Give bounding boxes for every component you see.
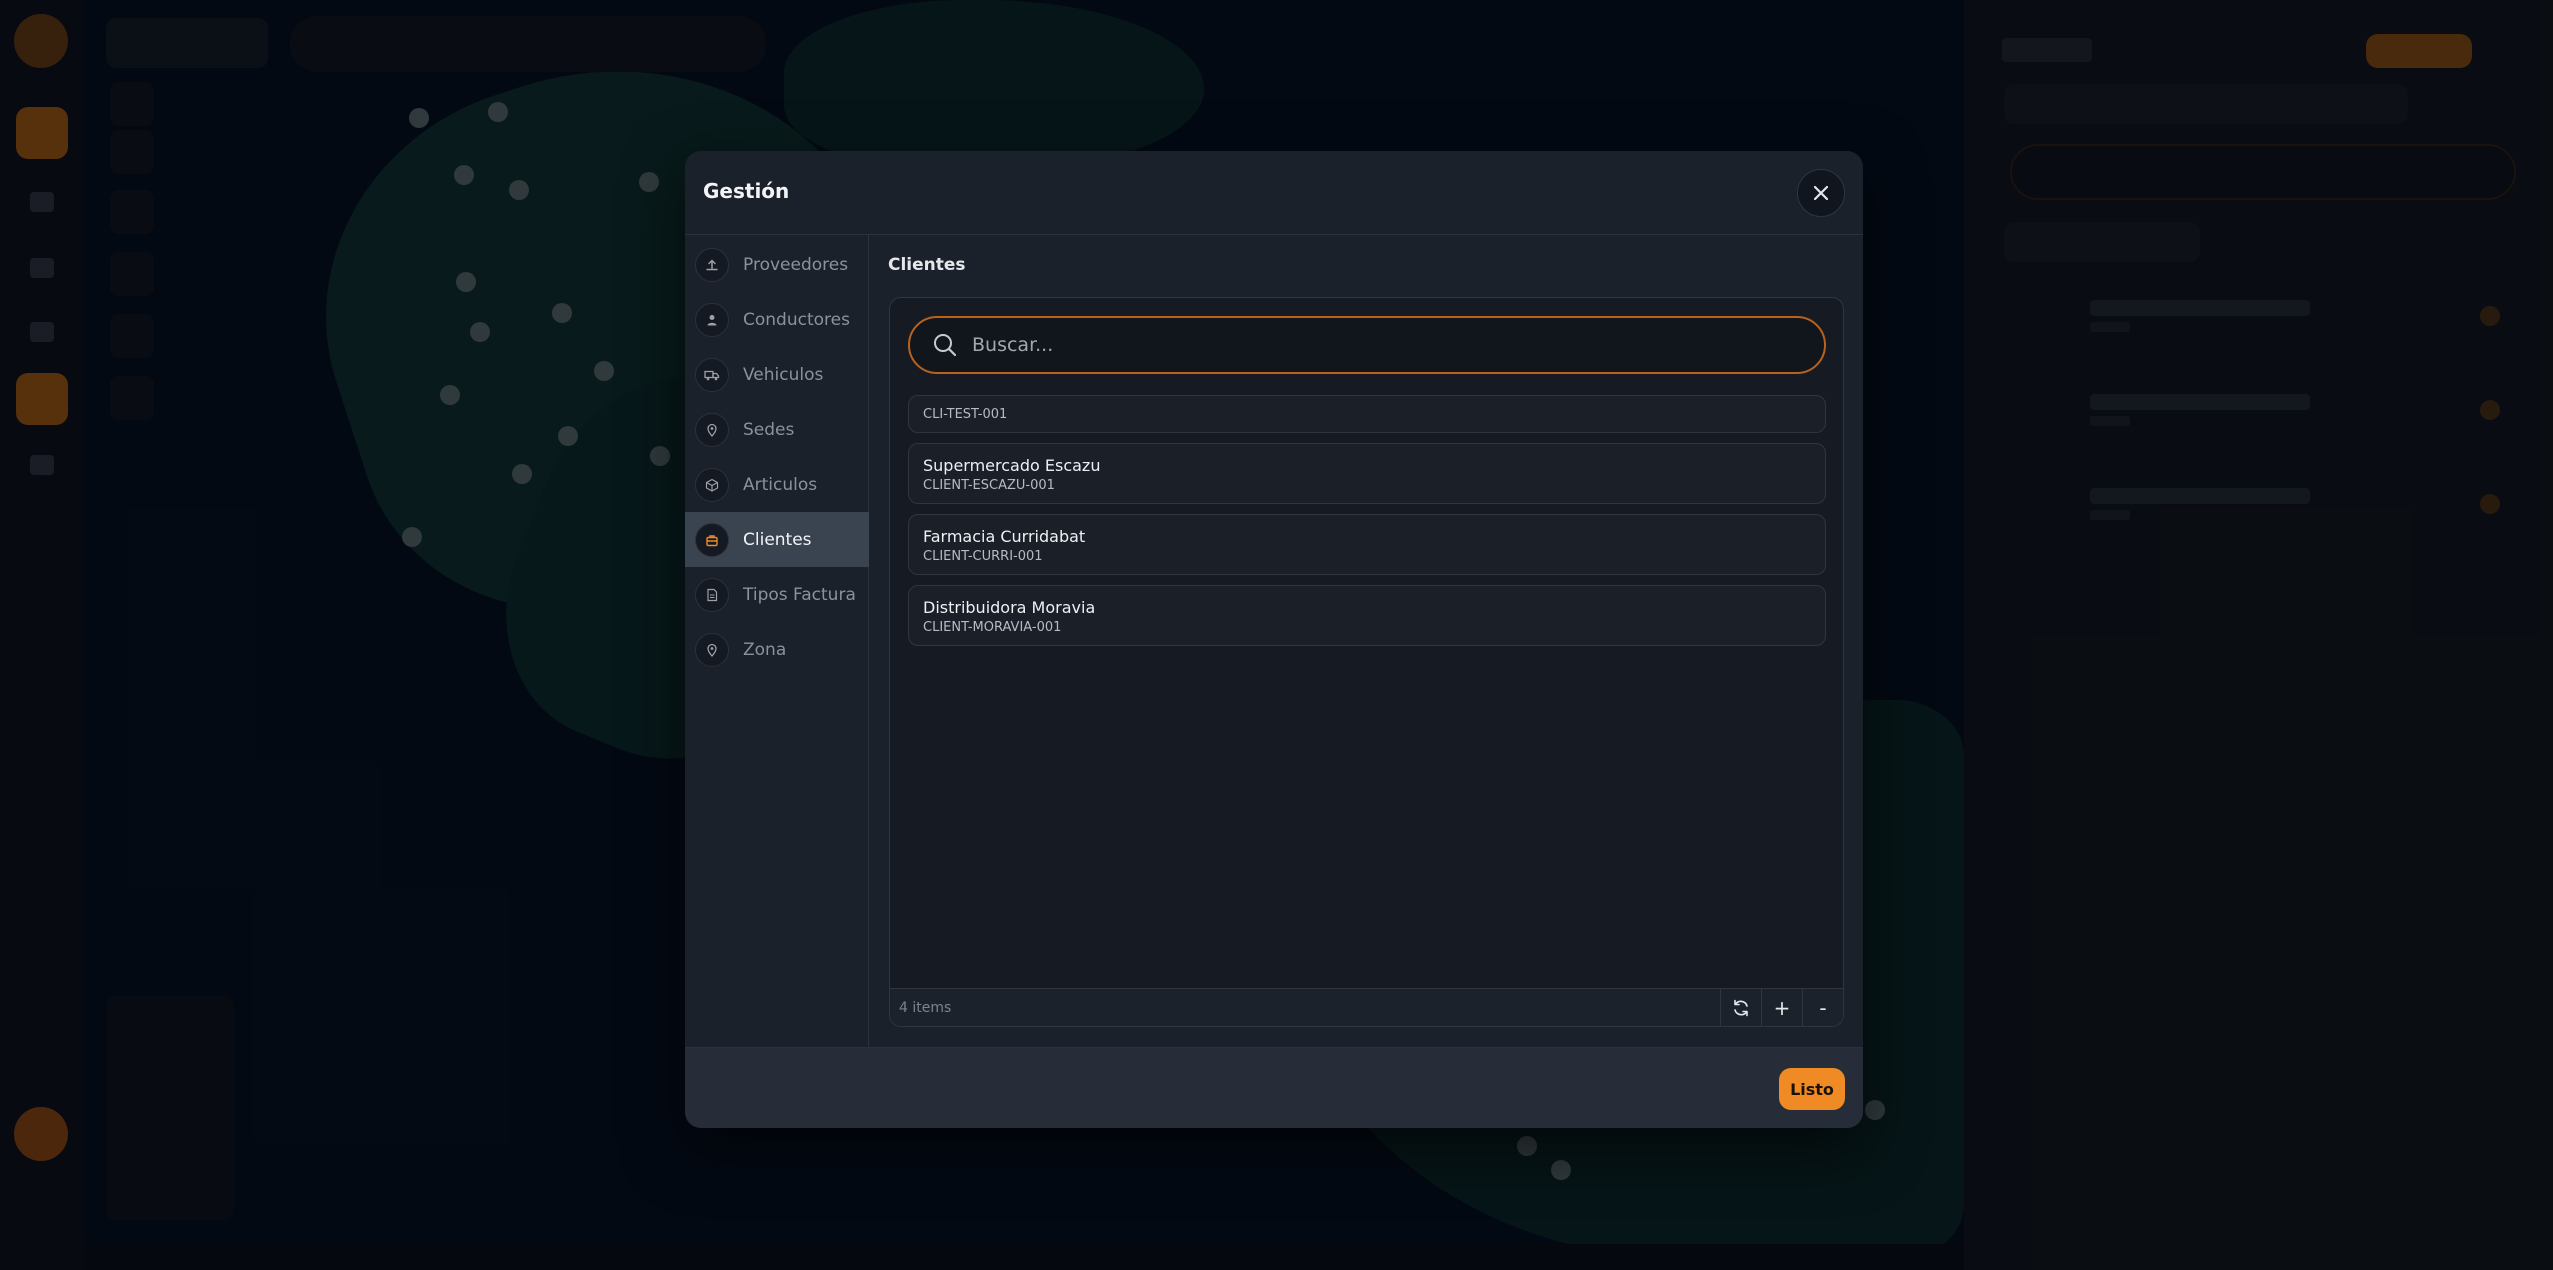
nav-item-conductores[interactable]: Conductores: [685, 292, 869, 347]
done-button[interactable]: Listo: [1779, 1068, 1845, 1110]
nav-label: Conductores: [743, 309, 850, 330]
modal-title: Gestión: [703, 179, 790, 203]
box-icon: [695, 467, 729, 502]
nav-item-articulos[interactable]: Articulos: [685, 457, 869, 512]
user-icon: [695, 302, 729, 337]
add-button[interactable]: +: [1761, 989, 1802, 1026]
refresh-button[interactable]: [1720, 989, 1761, 1026]
truck-icon: [695, 357, 729, 392]
nav-label: Tipos Factura: [743, 584, 856, 605]
nav-item-sedes[interactable]: Sedes: [685, 402, 869, 457]
upload-icon: [695, 247, 729, 282]
client-row[interactable]: Distribuidora Moravia CLIENT-MORAVIA-001: [908, 585, 1826, 646]
management-side-nav: Proveedores Conductores Vehiculos Sedes …: [685, 235, 869, 1047]
client-code: CLI-TEST-001: [923, 407, 1008, 422]
nav-item-proveedores[interactable]: Proveedores: [685, 237, 869, 292]
nav-label: Sedes: [743, 419, 795, 440]
client-row[interactable]: CLI-TEST-001: [908, 395, 1826, 433]
list-footer: 4 items + -: [890, 988, 1843, 1026]
client-name: Distribuidora Moravia: [923, 598, 1096, 617]
client-name: Supermercado Escazu: [923, 456, 1101, 475]
location-pin-icon: [695, 632, 729, 667]
management-modal: Gestión Proveedores Conductores Vehiculo…: [685, 151, 1863, 1128]
search-box[interactable]: [908, 316, 1826, 374]
client-code: CLIENT-ESCAZU-001: [923, 478, 1055, 493]
clients-list-panel: CLI-TEST-001 Supermercado Escazu CLIENT-…: [889, 297, 1844, 1027]
client-code: CLIENT-MORAVIA-001: [923, 620, 1062, 635]
document-icon: [695, 577, 729, 612]
clients-section: Clientes CLI-TEST-001 Supermercado Escaz…: [870, 235, 1863, 1047]
nav-label: Vehiculos: [743, 364, 824, 385]
nav-label: Clientes: [743, 529, 812, 550]
nav-label: Articulos: [743, 474, 818, 495]
client-code: CLIENT-CURRI-001: [923, 549, 1043, 564]
modal-footer: Listo: [685, 1047, 1863, 1128]
client-name: Farmacia Curridabat: [923, 527, 1086, 546]
nav-item-zona[interactable]: Zona: [685, 622, 869, 677]
nav-item-vehiculos[interactable]: Vehiculos: [685, 347, 869, 402]
refresh-icon: [1734, 999, 1748, 1017]
briefcase-icon: [695, 522, 729, 557]
items-count: 4 items: [899, 1000, 952, 1016]
nav-label: Zona: [743, 639, 787, 660]
client-row[interactable]: Supermercado Escazu CLIENT-ESCAZU-001: [908, 443, 1826, 504]
remove-button[interactable]: -: [1802, 989, 1843, 1026]
modal-header: Gestión: [685, 151, 1863, 235]
close-icon: [1813, 185, 1829, 201]
nav-label: Proveedores: [743, 254, 849, 275]
section-title: Clientes: [888, 255, 966, 275]
nav-item-clientes[interactable]: Clientes: [685, 512, 869, 567]
list-footer-actions: + -: [1720, 989, 1843, 1026]
client-row[interactable]: Farmacia Curridabat CLIENT-CURRI-001: [908, 514, 1826, 575]
nav-item-tipos-factura[interactable]: Tipos Factura: [685, 567, 869, 622]
close-button[interactable]: [1797, 169, 1845, 217]
search-icon: [934, 334, 957, 357]
search-input[interactable]: [972, 325, 1824, 365]
location-pin-icon: [695, 412, 729, 447]
